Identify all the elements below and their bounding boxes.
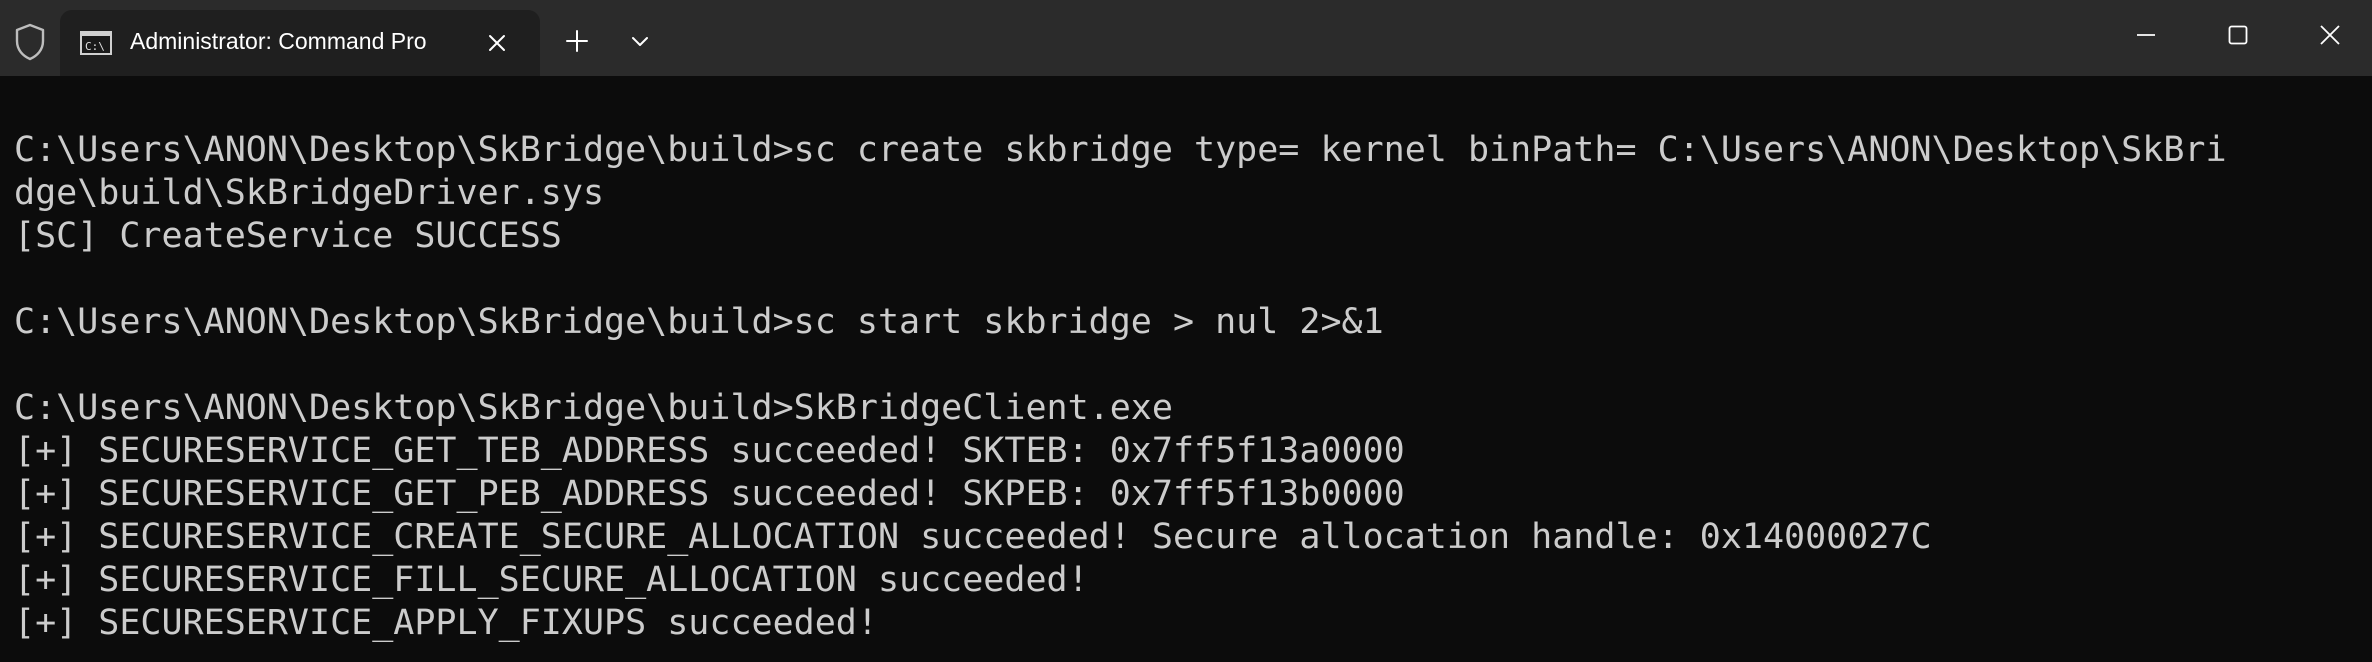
terminal-line: [+] SECURESERVICE_APPLY_FIXUPS succeeded… (14, 603, 878, 643)
close-window-button[interactable] (2284, 0, 2372, 68)
chevron-down-icon[interactable] (628, 32, 652, 52)
close-icon (2320, 25, 2340, 45)
tab-command-prompt[interactable]: C:\ Administrator: Command Pro (60, 10, 540, 76)
terminal-line: [+] SECURESERVICE_GET_PEB_ADDRESS succee… (14, 474, 1405, 514)
terminal-line: [+] SECURESERVICE_CREATE_SECURE_ALLOCATI… (14, 517, 1932, 557)
terminal-line: C:\Users\ANON\Desktop\SkBridge\build>sc … (14, 130, 2227, 170)
minimize-icon (2137, 34, 2155, 36)
terminal-line: dge\build\SkBridgeDriver.sys (14, 173, 605, 213)
close-icon[interactable] (482, 28, 512, 58)
terminal-output[interactable]: C:\Users\ANON\Desktop\SkBridge\build>sc … (14, 129, 2358, 645)
svg-text:C:\: C:\ (85, 40, 105, 53)
shield-icon (15, 23, 45, 61)
terminal-line: [+] SECURESERVICE_GET_TEB_ADDRESS succee… (14, 431, 1405, 471)
tab-title: Administrator: Command Pro (130, 28, 427, 54)
terminal-line: [SC] CreateService SUCCESS (14, 216, 562, 256)
terminal-line: C:\Users\ANON\Desktop\SkBridge\build>sc … (14, 302, 1384, 342)
terminal-window: C:\ Administrator: Command Pro C:\Users\… (0, 0, 2372, 662)
terminal-line: [+] SECURESERVICE_FILL_SECURE_ALLOCATION… (14, 560, 1089, 600)
maximize-button[interactable] (2192, 0, 2284, 68)
title-bar: C:\ Administrator: Command Pro (0, 0, 2372, 76)
command-prompt-icon: C:\ (80, 31, 112, 55)
plus-icon[interactable] (562, 26, 592, 56)
terminal-line: C:\Users\ANON\Desktop\SkBridge\build>SkB… (14, 388, 1173, 428)
maximize-icon (2228, 25, 2248, 45)
minimize-button[interactable] (2100, 0, 2192, 68)
